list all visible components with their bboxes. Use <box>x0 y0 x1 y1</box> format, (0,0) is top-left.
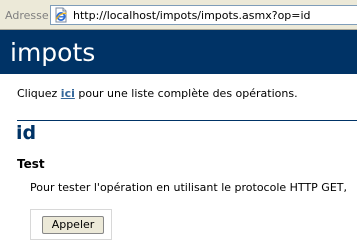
test-description: Pour tester l'opération en utilisant le … <box>30 181 347 194</box>
intro-suffix: pour une liste complète des opérations. <box>74 87 298 100</box>
invoke-form: Appeler <box>30 209 112 240</box>
operation-title: id <box>16 122 37 144</box>
address-url[interactable]: http://localhost/impots/impots.asmx?op=i… <box>73 9 311 22</box>
page-title: impots <box>10 38 96 67</box>
intro-prefix: Cliquez <box>17 87 61 100</box>
test-heading: Test <box>17 157 45 171</box>
ie-page-icon <box>53 7 69 23</box>
operations-list-link[interactable]: ici <box>61 87 75 100</box>
address-label: Adresse <box>5 9 49 22</box>
divider <box>17 120 357 121</box>
intro-text: Cliquez ici pour une liste complète des … <box>17 87 298 100</box>
address-field[interactable]: http://localhost/impots/impots.asmx?op=i… <box>50 5 357 25</box>
invoke-button[interactable]: Appeler <box>42 216 104 234</box>
address-bar: Adresse http://localhost/impots/impots.a… <box>0 0 357 30</box>
